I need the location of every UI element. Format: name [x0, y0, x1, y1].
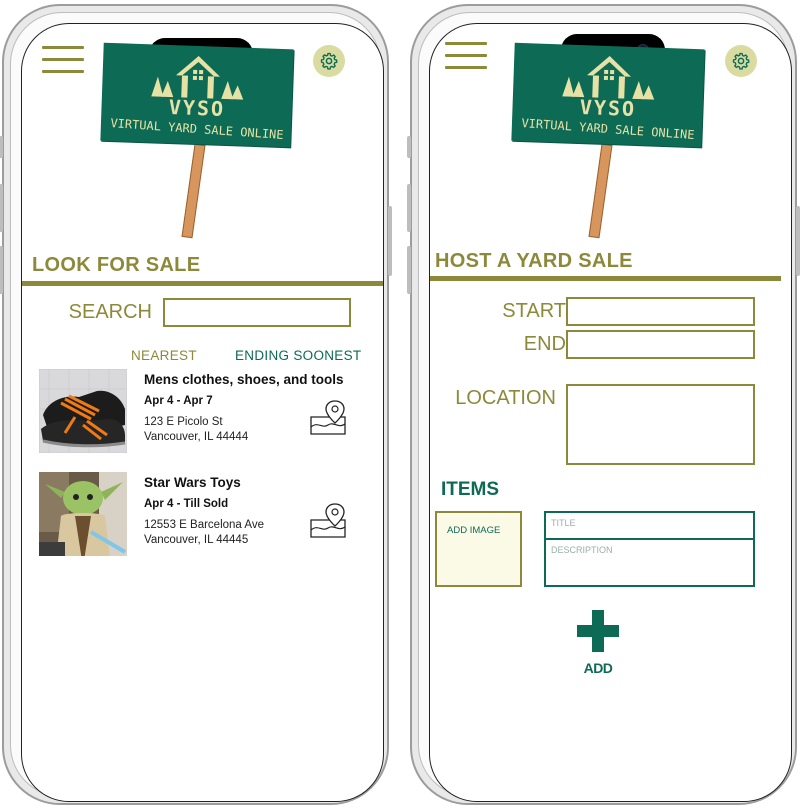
add-item-button[interactable]: ADD [568, 610, 628, 680]
address-line1: 12553 E Barcelona Ave [144, 519, 264, 531]
phone-frame-right: VYSO VIRTUAL YARD SALE ONLINE HOST A YAR… [407, 4, 800, 805]
power-button [796, 206, 800, 276]
volume-down-button [0, 246, 3, 294]
page-title: HOST A YARD SALE [435, 250, 633, 272]
hamburger-icon [445, 42, 487, 45]
menu-button[interactable] [42, 46, 84, 76]
start-label: START [502, 300, 566, 322]
screen-host-a-yard-sale: VYSO VIRTUAL YARD SALE ONLINE HOST A YAR… [429, 23, 792, 802]
volume-down-button [407, 246, 411, 294]
add-item-label: ADD [583, 660, 613, 676]
address-line2: Vancouver, IL 44444 [144, 431, 249, 443]
listing-dates: Apr 4 - Apr 7 [144, 395, 213, 407]
phone-frame-left: VYSO VIRTUAL YARD SALE ONLINE LOOK FOR S… [0, 4, 392, 805]
sign-stake [181, 143, 206, 239]
volume-up-button [0, 184, 3, 232]
item-description-placeholder: DESCRIPTION [551, 545, 613, 555]
volume-up-button [407, 184, 411, 232]
side-button [0, 136, 3, 158]
item-description-input[interactable]: DESCRIPTION [544, 538, 755, 587]
settings-button[interactable] [725, 45, 757, 77]
location-input[interactable] [566, 384, 755, 465]
location-label: LOCATION [455, 387, 556, 409]
address-line1: 123 E Picolo St [144, 416, 223, 428]
listing-address: 123 E Picolo St Vancouver, IL 44444 [144, 415, 248, 445]
listing-title: Mens clothes, shoes, and tools [144, 372, 344, 387]
listing-photo-yoda [39, 472, 127, 556]
listing-item[interactable]: Mens clothes, shoes, and tools Apr 4 - A… [22, 369, 383, 461]
item-title-placeholder: TITLE [551, 518, 576, 528]
add-image-button[interactable]: ADD IMAGE [435, 511, 522, 587]
map-pin-icon[interactable] [308, 502, 348, 540]
yard-sale-sign-logo: VYSO VIRTUAL YARD SALE ONLINE [511, 42, 705, 239]
yard-sale-sign-logo: VYSO VIRTUAL YARD SALE ONLINE [100, 42, 294, 239]
sort-nearest-button[interactable]: NEAREST [131, 348, 197, 363]
address-line2: Vancouver, IL 44445 [144, 534, 249, 546]
listing-dates: Apr 4 - Till Sold [144, 498, 229, 510]
side-button [407, 136, 411, 158]
search-label: SEARCH [68, 301, 152, 323]
plus-icon [577, 610, 619, 652]
listing-title: Star Wars Toys [144, 475, 241, 490]
phone-bezel: VYSO VIRTUAL YARD SALE ONLINE HOST A YAR… [418, 12, 792, 802]
gear-icon [732, 52, 750, 70]
listing-address: 12553 E Barcelona Ave Vancouver, IL 4444… [144, 518, 264, 548]
gear-icon [320, 52, 338, 70]
settings-button[interactable] [313, 45, 345, 77]
end-date-input[interactable] [566, 330, 755, 359]
items-heading: ITEMS [441, 479, 500, 500]
map-pin-icon[interactable] [308, 399, 348, 437]
sort-ending-soonest-button[interactable]: ENDING SOONEST [235, 348, 361, 363]
sign-stake [588, 143, 613, 239]
screen-look-for-sale: VYSO VIRTUAL YARD SALE ONLINE LOOK FOR S… [21, 23, 384, 802]
listing-item[interactable]: Star Wars Toys Apr 4 - Till Sold 12553 E… [22, 472, 383, 564]
item-title-input[interactable]: TITLE [544, 511, 755, 540]
menu-button[interactable] [445, 42, 487, 72]
search-input[interactable] [163, 298, 351, 327]
listing-photo-shoes [39, 369, 127, 453]
title-divider [22, 281, 383, 286]
page-title: LOOK FOR SALE [32, 254, 201, 276]
phone-bezel: VYSO VIRTUAL YARD SALE ONLINE LOOK FOR S… [10, 12, 384, 802]
hamburger-icon [42, 46, 84, 49]
start-date-input[interactable] [566, 297, 755, 326]
add-image-label: ADD IMAGE [447, 525, 501, 536]
power-button [388, 206, 392, 276]
title-divider [430, 276, 781, 281]
end-label: END [523, 333, 566, 355]
